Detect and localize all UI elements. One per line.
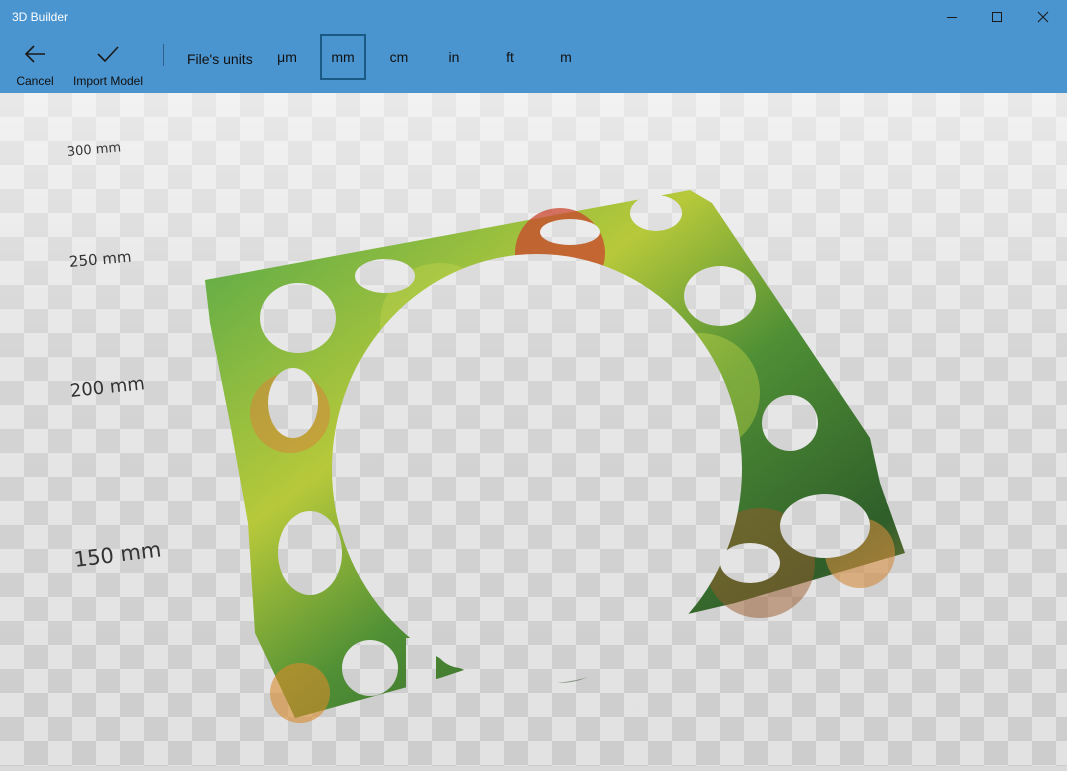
unit-centimeter-label: cm bbox=[389, 49, 409, 65]
close-icon bbox=[1037, 11, 1049, 23]
toolbar: Cancel Import Model File's units μm mm c… bbox=[0, 34, 1067, 93]
maximize-icon bbox=[992, 12, 1002, 22]
unit-millimeter-label: mm bbox=[331, 49, 355, 65]
unit-micrometer-button[interactable]: μm bbox=[264, 34, 310, 80]
minimize-icon bbox=[947, 17, 957, 18]
checkmark-icon bbox=[97, 46, 119, 63]
import-model-label: Import Model bbox=[72, 74, 144, 88]
toolbar-separator bbox=[163, 44, 164, 66]
3d-viewport[interactable]: 300 mm 250 mm 200 mm 150 mm bbox=[0, 93, 1067, 766]
cancel-button[interactable]: Cancel bbox=[10, 34, 60, 93]
arrow-left-icon bbox=[24, 45, 45, 63]
cancel-label: Cancel bbox=[16, 74, 54, 88]
unit-inch-label: in bbox=[448, 49, 460, 65]
unit-meter-button[interactable]: m bbox=[543, 34, 589, 80]
unit-foot-label: ft bbox=[506, 49, 514, 65]
maximize-button[interactable] bbox=[974, 0, 1020, 34]
import-model-button[interactable]: Import Model bbox=[68, 34, 148, 93]
unit-foot-button[interactable]: ft bbox=[487, 34, 533, 80]
window-title: 3D Builder bbox=[12, 10, 69, 24]
unit-centimeter-button[interactable]: cm bbox=[376, 34, 422, 80]
unit-meter-label: m bbox=[560, 49, 572, 65]
unit-micrometer-label: μm bbox=[277, 49, 297, 65]
file-units-label: File's units bbox=[187, 51, 253, 67]
close-button[interactable] bbox=[1020, 0, 1066, 34]
minimize-button[interactable] bbox=[929, 0, 975, 34]
title-bar: 3D Builder bbox=[0, 0, 1067, 34]
unit-inch-button[interactable]: in bbox=[431, 34, 477, 80]
unit-millimeter-button[interactable]: mm bbox=[320, 34, 366, 80]
build-plate-scene bbox=[0, 93, 1067, 766]
